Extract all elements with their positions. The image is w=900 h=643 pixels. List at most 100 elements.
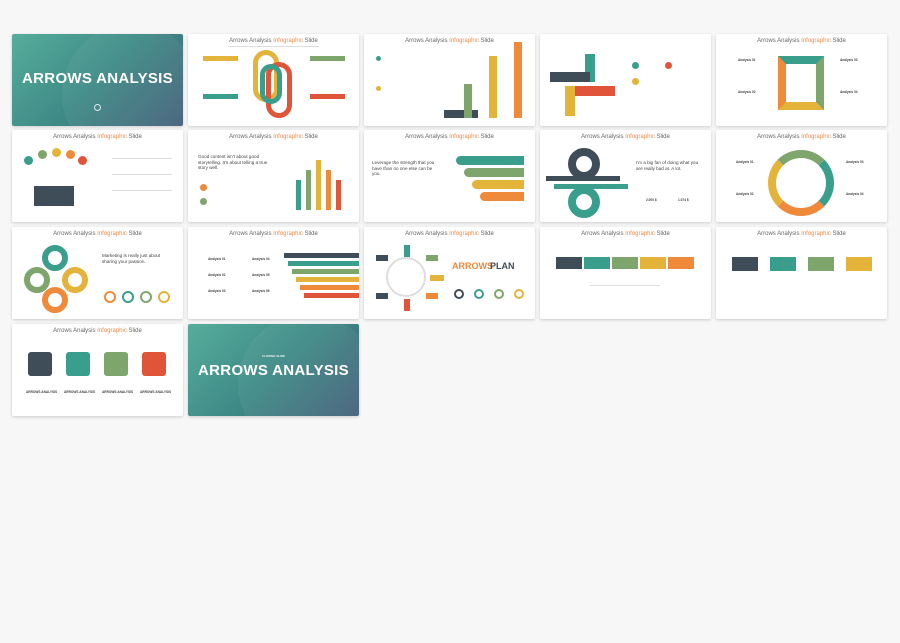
arrow: [426, 293, 438, 299]
donut: [104, 291, 116, 303]
text-line: [590, 285, 660, 286]
slide-thumb-4[interactable]: [540, 34, 711, 126]
slide-thumb-10[interactable]: Arrows Analysis Infographic Slide Analys…: [716, 130, 887, 222]
play-icon: [94, 104, 101, 111]
box: [66, 352, 90, 376]
slide-thumb-12[interactable]: Arrows Analysis Infographic Slide Analys…: [188, 227, 359, 319]
slide-title: Arrows Analysis Infographic Slide: [757, 134, 846, 140]
closing-title: ARROWS ANALYSIS: [198, 362, 349, 379]
slide-thumb-11[interactable]: Arrows Analysis Infographic Slide Market…: [12, 227, 183, 319]
slide-thumb-7[interactable]: Arrows Analysis Infographic Slide Good c…: [188, 130, 359, 222]
slide-title: Arrows Analysis Infographic Slide: [229, 38, 318, 44]
step: [640, 257, 666, 269]
main-arrow: [34, 186, 74, 206]
box: [142, 352, 166, 376]
node: [52, 148, 61, 157]
bar-arrow: [316, 160, 321, 210]
arrow: [376, 293, 388, 299]
label: Analysis 05: [252, 273, 270, 277]
slide-thumb-14[interactable]: Arrows Analysis Infographic Slide: [540, 227, 711, 319]
arrow: [550, 72, 590, 82]
text-line: [112, 158, 172, 159]
text-line: [112, 190, 172, 191]
bar-arrow: [306, 170, 311, 210]
bullet-icon: [376, 56, 381, 61]
label: Analysis 04: [252, 257, 270, 261]
label: Analysis 03: [208, 289, 226, 293]
closing-kicker: CLOSING SLIDE: [261, 354, 286, 358]
label: Analysis 02: [208, 273, 226, 277]
headline: Good content isn't about good storytelli…: [198, 154, 268, 171]
text-line: [112, 174, 172, 175]
arrow: [456, 156, 524, 165]
arrow: [404, 245, 410, 257]
arrow: [426, 255, 438, 261]
cycle-ring: [768, 150, 834, 216]
step: [846, 257, 872, 271]
slide-thumb-16[interactable]: Arrows Analysis Infographic Slide ARROWS…: [12, 324, 183, 416]
slide-thumb-5[interactable]: Arrows Analysis Infographic Slide Analys…: [716, 34, 887, 126]
slide-thumb-15[interactable]: Arrows Analysis Infographic Slide: [716, 227, 887, 319]
headline: I'm a big fan of doing what you are real…: [636, 160, 699, 171]
donut: [514, 289, 524, 299]
headline: Leverage the strength that you have than…: [372, 160, 435, 177]
slide-title: Arrows Analysis Infographic Slide: [53, 231, 142, 237]
center-circle: [386, 257, 426, 297]
box: [28, 352, 52, 376]
label: ARROWS ANALYSIS: [102, 390, 134, 394]
slide-thumb-9[interactable]: Arrows Analysis Infographic Slide I'm a …: [540, 130, 711, 222]
slide-thumb-13[interactable]: Arrows Analysis Infographic Slide ARROWS…: [364, 227, 535, 319]
arrow: [489, 56, 497, 118]
slide-thumb-17[interactable]: CLOSING SLIDE ARROWS ANALYSIS: [188, 324, 359, 416]
arrow-circle: [62, 267, 88, 293]
slide-thumb-1[interactable]: ARROWS ANALYSIS: [12, 34, 183, 126]
arrow: [284, 253, 359, 258]
bullet-icon: [376, 86, 381, 91]
label: Analysis 03: [840, 58, 858, 62]
label: ARROWS ANALYSIS: [26, 390, 58, 394]
arrow: [480, 192, 524, 201]
slide-title: Arrows Analysis Infographic Slide: [53, 328, 142, 334]
slide-thumb-2[interactable]: Arrows Analysis Infographic Slide: [188, 34, 359, 126]
slide-thumb-6[interactable]: Arrows Analysis Infographic Slide: [12, 130, 183, 222]
arrow: [464, 168, 524, 177]
node: [78, 156, 87, 165]
arrow: [292, 269, 359, 274]
arrow: [575, 86, 615, 96]
arrow: [464, 84, 472, 118]
arrow-circle: [42, 287, 68, 313]
donut: [474, 289, 484, 299]
icon: [200, 184, 207, 191]
bar-arrow: [326, 170, 331, 210]
arrow-circle: [42, 245, 68, 271]
step: [732, 257, 758, 271]
node: [38, 150, 47, 159]
arrow: [565, 86, 575, 116]
arrow: [514, 42, 522, 118]
label-bar: [203, 56, 238, 61]
slide-thumb-3[interactable]: Arrows Analysis Infographic Slide: [364, 34, 535, 126]
arrow: [444, 110, 478, 118]
donut: [454, 289, 464, 299]
step: [668, 257, 694, 269]
donut: [494, 289, 504, 299]
slide-title: Arrows Analysis Infographic Slide: [229, 134, 318, 140]
label: Analysis 02: [738, 90, 756, 94]
slide-thumb-8[interactable]: Arrows Analysis Infographic Slide Levera…: [364, 130, 535, 222]
arrow: [430, 275, 444, 281]
arrow: [296, 277, 359, 282]
step: [808, 257, 834, 271]
icon: [665, 62, 672, 69]
label: Analysis 04: [846, 192, 864, 196]
arrow: [404, 299, 410, 311]
label: ARROWS ANALYSIS: [140, 390, 172, 394]
label: Analysis 06: [252, 289, 270, 293]
arrow: [376, 255, 388, 261]
donut: [158, 291, 170, 303]
node: [66, 150, 75, 159]
divider: [228, 46, 319, 47]
plan-title: ARROWS: [452, 261, 493, 271]
slide-title: Arrows Analysis Infographic Slide: [581, 134, 670, 140]
step: [612, 257, 638, 269]
node: [24, 156, 33, 165]
